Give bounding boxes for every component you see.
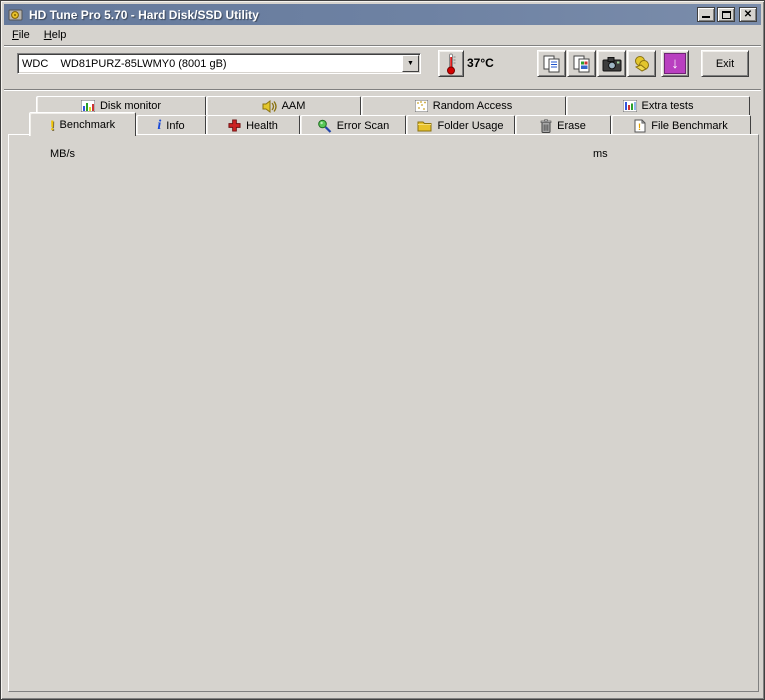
magnifier-icon: [317, 119, 331, 133]
trash-icon: [540, 119, 552, 133]
menubar: File Help: [5, 26, 760, 44]
camera-icon: [602, 56, 621, 71]
hand-icon: [634, 55, 649, 72]
tab-benchmark[interactable]: ! Benchmark: [29, 112, 136, 136]
tab-label: Folder Usage: [437, 119, 504, 132]
folder-icon: [417, 121, 432, 131]
temperature-button[interactable]: [438, 50, 464, 77]
tab-label: Error Scan: [336, 119, 390, 132]
speaker-icon: [262, 99, 277, 113]
tab-label: Erase: [557, 119, 586, 132]
tab-label: AAM: [281, 100, 306, 112]
copy-text-icon: [543, 55, 559, 72]
info-icon: i: [157, 117, 162, 133]
close-icon: ✕: [743, 8, 753, 20]
dropdown-button[interactable]: ▼: [402, 55, 419, 72]
random-access-icon: [414, 100, 428, 112]
tab-label: Random Access: [432, 100, 513, 112]
tab-error-scan[interactable]: Error Scan: [300, 115, 406, 135]
drive-selector[interactable]: WDC WD81PURZ-85LWMY0 (8001 gB) ▼: [17, 53, 421, 74]
screenshot-button[interactable]: [597, 50, 626, 77]
app-icon: [8, 9, 23, 20]
copy-image-icon: [573, 55, 589, 72]
menu-file[interactable]: File: [5, 27, 37, 43]
benchmark-icon: !: [49, 116, 55, 133]
chevron-down-icon: ▼: [407, 60, 414, 67]
close-button[interactable]: ✕: [739, 7, 757, 22]
tab-file-benchmark[interactable]: ! File Benchmark: [611, 115, 751, 135]
disk-monitor-icon: [80, 100, 95, 112]
maximize-button[interactable]: [717, 7, 735, 22]
app-window: HD Tune Pro 5.70 - Hard Disk/SSD Utility…: [0, 0, 765, 700]
save-results-button[interactable]: ↓: [661, 50, 689, 77]
tab-info[interactable]: i Info: [136, 115, 206, 135]
menu-help[interactable]: Help: [37, 27, 74, 43]
tab-health[interactable]: Health: [206, 115, 300, 135]
extra-tests-icon: [622, 100, 637, 112]
tab-aam[interactable]: AAM: [206, 96, 361, 115]
health-cross-icon: [228, 119, 241, 132]
copy-image-button[interactable]: [567, 50, 596, 77]
file-benchmark-icon: !: [634, 119, 646, 132]
toolbar: WDC WD81PURZ-85LWMY0 (8001 gB) ▼ 37°C ↓ …: [4, 47, 761, 87]
tab-label: Info: [166, 119, 185, 132]
minimize-icon: [702, 16, 710, 18]
tab-label: Health: [246, 119, 278, 132]
svg-text:!: !: [638, 122, 641, 132]
y-right-axis-unit: ms: [593, 148, 608, 160]
tab-extra-tests[interactable]: Extra tests: [566, 96, 750, 115]
minimize-button[interactable]: [697, 7, 715, 22]
tab-label: Disk monitor: [99, 100, 162, 112]
maximize-icon: [721, 11, 731, 19]
y-left-axis-unit: MB/s: [50, 148, 76, 160]
drive-selector-value: WDC WD81PURZ-85LWMY0 (8001 gB): [22, 57, 227, 70]
tab-label: Benchmark: [59, 118, 116, 131]
save-icon: ↓: [664, 53, 686, 74]
titlebar: HD Tune Pro 5.70 - Hard Disk/SSD Utility…: [4, 4, 761, 25]
thermometer-icon: [447, 53, 456, 74]
copy-text-button[interactable]: [537, 50, 566, 77]
tab-folder-usage[interactable]: Folder Usage: [406, 115, 515, 135]
donate-button[interactable]: [627, 50, 656, 77]
tab-random-access[interactable]: Random Access: [361, 96, 566, 115]
temperature-value: 37°C: [467, 56, 494, 70]
toolbar-separator: [4, 89, 761, 91]
benchmark-tab-page: [8, 134, 759, 692]
exit-button[interactable]: Exit: [701, 50, 749, 77]
window-title: HD Tune Pro 5.70 - Hard Disk/SSD Utility: [29, 7, 259, 22]
tab-erase[interactable]: Erase: [515, 115, 611, 135]
tab-label: Extra tests: [641, 100, 694, 112]
tab-label: File Benchmark: [651, 119, 728, 132]
